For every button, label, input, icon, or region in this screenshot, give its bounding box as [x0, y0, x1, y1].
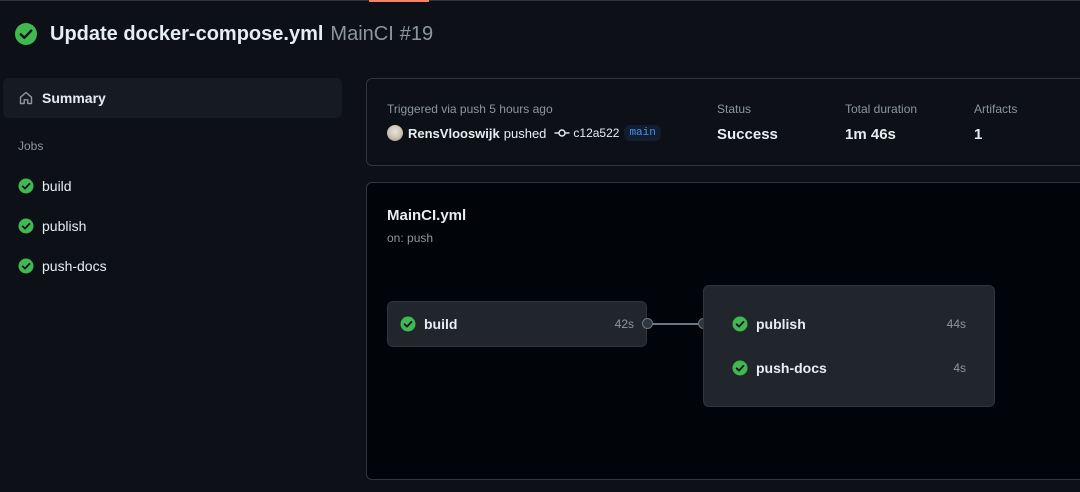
graph-job-push-docs[interactable]: push-docs 4s: [704, 352, 994, 384]
artifacts-label: Artifacts: [974, 102, 1018, 116]
trigger-details: RensVlooswijk pushed c12a522 main: [387, 125, 661, 141]
success-check-icon: [732, 360, 748, 376]
run-number: #19: [399, 22, 434, 45]
branch-label[interactable]: main: [624, 125, 661, 141]
workflow-run-page: Update docker-compose.yml MainCI #19 Sum…: [0, 0, 1080, 492]
status-label: Status: [717, 102, 752, 116]
workflow-file-name: MainCI.yml: [387, 207, 467, 224]
sidebar-item-label: build: [42, 178, 72, 194]
job-duration: 42s: [614, 317, 634, 331]
trigger-text: Triggered via push 5 hours ago: [387, 102, 553, 116]
job-duration: 44s: [946, 317, 966, 331]
success-check-icon: [18, 258, 34, 274]
success-check-icon: [14, 22, 38, 46]
sidebar-item-build[interactable]: build: [3, 170, 342, 202]
graph-job-publish[interactable]: publish 44s: [704, 308, 994, 340]
connector-dot: [642, 318, 653, 329]
run-summary-card: Triggered via push 5 hours ago RensVloos…: [366, 78, 1080, 166]
jobs-heading: Jobs: [18, 139, 44, 153]
workflow-trigger: on: push: [387, 231, 434, 245]
commit-sha-link[interactable]: c12a522: [573, 126, 619, 140]
home-icon: [18, 90, 34, 106]
job-name: push-docs: [756, 360, 827, 376]
job-group: publish 44s push-docs 4s: [703, 285, 995, 407]
job-duration: 4s: [953, 361, 966, 375]
success-check-icon: [18, 218, 34, 234]
job-name: build: [424, 316, 458, 332]
sidebar-item-publish[interactable]: publish: [3, 210, 342, 242]
user-link[interactable]: RensVlooswijk: [408, 126, 500, 141]
success-check-icon: [18, 178, 34, 194]
sidebar-item-label: push-docs: [42, 258, 107, 274]
sidebar-item-push-docs[interactable]: push-docs: [3, 250, 342, 282]
top-border: [0, 0, 1080, 1]
job-name: publish: [756, 316, 806, 332]
artifacts-count[interactable]: 1: [974, 126, 982, 143]
run-header: Update docker-compose.yml MainCI #19: [14, 20, 433, 48]
push-action: pushed: [503, 125, 547, 141]
workflow-name[interactable]: MainCI: [330, 23, 393, 46]
run-title: Update docker-compose.yml: [50, 22, 324, 45]
success-check-icon: [732, 316, 748, 332]
workflow-graph-card: MainCI.yml on: push build 42s publish 44…: [366, 182, 1080, 480]
active-tab-indicator: [369, 0, 429, 2]
git-commit-icon: [554, 125, 570, 141]
status-value: Success: [717, 126, 778, 143]
job-connector: [647, 323, 703, 325]
sidebar-item-summary[interactable]: Summary: [3, 78, 342, 118]
avatar[interactable]: [387, 125, 403, 141]
duration-label: Total duration: [845, 102, 918, 116]
sidebar-item-label: publish: [42, 218, 87, 234]
sidebar-item-label: Summary: [42, 90, 106, 106]
graph-job-build[interactable]: build 42s: [387, 301, 647, 347]
duration-value: 1m 46s: [845, 126, 896, 143]
success-check-icon: [400, 316, 416, 332]
